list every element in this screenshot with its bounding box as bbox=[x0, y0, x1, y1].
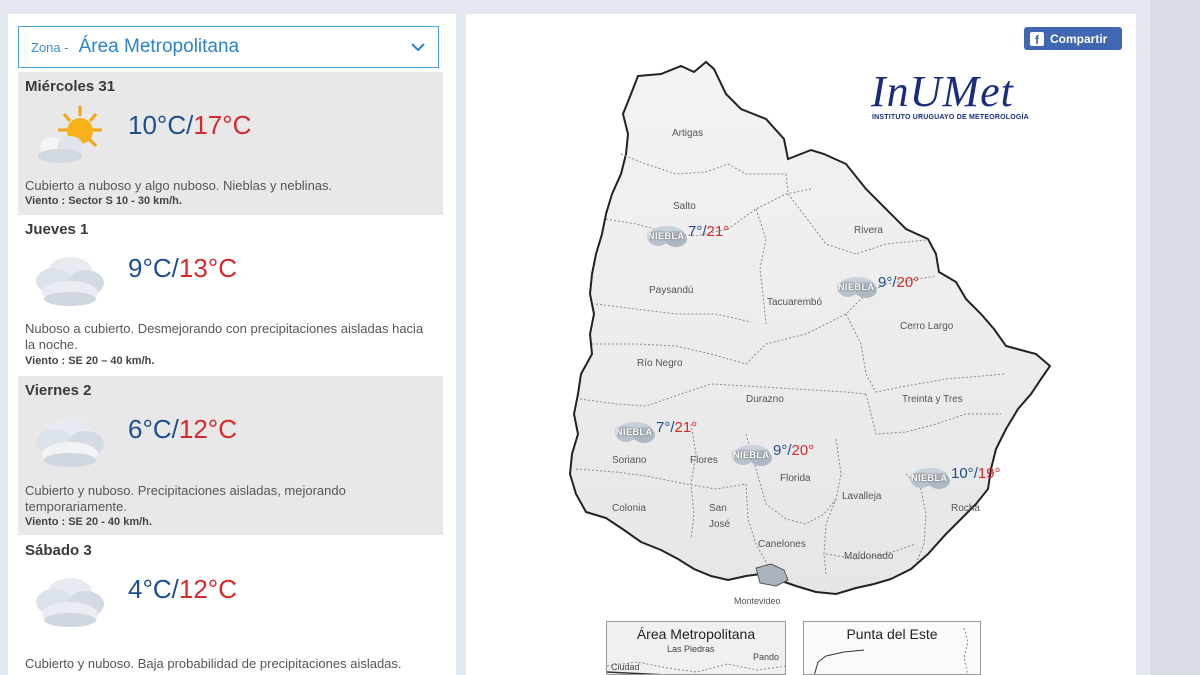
map-temps: 9°/20° bbox=[878, 274, 919, 291]
map-temps: 10°/19° bbox=[951, 465, 1001, 482]
thumbnail-area-metropolitana[interactable]: Área Metropolitana Las Piedras Pando Ciu… bbox=[606, 621, 786, 675]
temp-separator: / bbox=[171, 574, 179, 604]
fog-label: NIEBLA bbox=[911, 473, 948, 483]
day-forecast-sabado: Sábado 3 4°C/12°C Cubierto y nuboso. Baj… bbox=[18, 536, 443, 675]
dept-label-artigas: Artigas bbox=[672, 128, 704, 139]
map-temp-max: 21° bbox=[674, 419, 698, 436]
dept-label-treinta-y-tres: Treinta y Tres bbox=[902, 394, 963, 405]
map-forecast-soriano[interactable]: NIEBLA 7°/21° bbox=[612, 419, 712, 445]
day-description: Cubierto a nuboso y algo nuboso. Nieblas… bbox=[25, 178, 333, 193]
dept-label-durazno: Durazno bbox=[746, 394, 784, 405]
fog-label: NIEBLA bbox=[616, 427, 653, 437]
dept-label-rivera: Rivera bbox=[854, 225, 883, 236]
thumbnail-title: Área Metropolitana bbox=[636, 626, 756, 642]
dept-label-lavalleja: Lavalleja bbox=[842, 491, 882, 502]
dept-label-cerro-largo: Cerro Largo bbox=[900, 321, 954, 332]
map-temp-min: 9° bbox=[773, 442, 788, 459]
day-name: Sábado 3 bbox=[25, 542, 92, 559]
temp-separator: / bbox=[171, 253, 179, 283]
day-forecast-jueves: Jueves 1 9°C/13°C Nuboso a cubierto. Des… bbox=[18, 215, 443, 375]
dept-label-rocha: Rocha bbox=[951, 503, 980, 514]
map-forecast-rocha[interactable]: NIEBLA 10°/19° bbox=[907, 465, 1017, 491]
fog-label: NIEBLA bbox=[648, 231, 685, 241]
map-temp-min: 7° bbox=[688, 223, 703, 240]
map-temp-max: 21° bbox=[706, 223, 730, 240]
day-name: Jueves 1 bbox=[25, 221, 89, 238]
country-outline bbox=[568, 60, 1052, 596]
day-description: Cubierto y nuboso. Precipitaciones aisla… bbox=[25, 483, 346, 514]
map-forecast-salto[interactable]: NIEBLA 7°/21° bbox=[644, 223, 744, 249]
zone-selected-value: Área Metropolitana bbox=[78, 36, 240, 57]
thumbnail-place: Las Piedras bbox=[667, 644, 715, 654]
chevron-down-icon[interactable] bbox=[410, 40, 426, 54]
dept-label-montevideo: Montevideo bbox=[734, 596, 781, 606]
dept-label-tacuarembo: Tacuarembó bbox=[767, 297, 823, 308]
dept-label-flores: Flores bbox=[690, 455, 718, 466]
day-name: Miércoles 31 bbox=[25, 78, 116, 95]
page-right-gutter bbox=[1150, 0, 1200, 675]
dept-label-paysandu: Paysandú bbox=[649, 285, 694, 296]
day-wind: Viento : SE 20 – 40 km/h. bbox=[25, 355, 155, 367]
day-forecast-miercoles: Miércoles 31 10°C/17°C Cubierto a nuboso… bbox=[18, 72, 443, 215]
zone-dropdown[interactable]: Zona - Área Metropolitana bbox=[18, 26, 439, 68]
thumbnail-place: Pando bbox=[753, 652, 780, 662]
temperature-range: 9°C/13°C bbox=[128, 253, 237, 284]
map-temp-min: 9° bbox=[878, 274, 893, 291]
day-name: Viernes 2 bbox=[25, 382, 92, 399]
sun-cloud-icon bbox=[38, 106, 102, 163]
temp-max: 13°C bbox=[178, 253, 237, 283]
thumbnail-map-shape bbox=[814, 627, 969, 674]
temperature-range: 6°C/12°C bbox=[128, 414, 237, 445]
dept-label-soriano: Soriano bbox=[612, 455, 647, 466]
temp-min: 6°C bbox=[128, 414, 172, 444]
temp-max: 12°C bbox=[178, 414, 237, 444]
fog-label: NIEBLA bbox=[838, 282, 875, 292]
thumbnail-place: Ciudad bbox=[611, 662, 640, 672]
dept-label-san-jose-line1: San bbox=[709, 503, 727, 514]
forecast-panel: Zona - Área Metropolitana Miércoles 31 1… bbox=[8, 14, 456, 675]
day-forecast-viernes: Viernes 2 6°C/12°C Cubierto y nuboso. Pr… bbox=[18, 376, 443, 535]
dept-label-colonia: Colonia bbox=[612, 503, 646, 514]
map-temp-min: 10° bbox=[951, 465, 974, 482]
temp-max: 12°C bbox=[178, 574, 237, 604]
map-temps: 9°/20° bbox=[773, 442, 814, 459]
day-description: Nuboso a cubierto. Desmejorando con prec… bbox=[25, 321, 424, 352]
dept-label-canelones: Canelones bbox=[758, 539, 806, 550]
clouds-icon bbox=[36, 418, 104, 467]
map-temps: 7°/21° bbox=[656, 419, 697, 436]
day-description: Cubierto y nuboso. Baja probabilidad de … bbox=[25, 656, 402, 671]
dept-label-rio-negro: Río Negro bbox=[637, 358, 683, 369]
map-temp-max: 20° bbox=[791, 442, 815, 459]
temp-min: 10°C bbox=[128, 110, 187, 140]
temperature-range: 4°C/12°C bbox=[128, 574, 237, 605]
clouds-icon bbox=[36, 578, 104, 627]
map-temp-min: 7° bbox=[656, 419, 671, 436]
map-temps: 7°/21° bbox=[688, 223, 729, 240]
clouds-icon bbox=[36, 257, 104, 306]
dept-label-san-jose-line2: José bbox=[709, 519, 731, 530]
fog-label: NIEBLA bbox=[733, 450, 770, 460]
temp-max: 17°C bbox=[193, 110, 252, 140]
zone-label: Zona - bbox=[31, 39, 69, 55]
dept-label-salto: Salto bbox=[673, 201, 696, 212]
uruguay-map[interactable] bbox=[466, 14, 1136, 614]
temperature-range: 10°C/17°C bbox=[128, 110, 251, 141]
temp-min: 4°C bbox=[128, 574, 172, 604]
map-forecast-florida[interactable]: NIEBLA 9°/20° bbox=[729, 442, 829, 468]
map-temp-max: 20° bbox=[896, 274, 920, 291]
day-wind: Viento : SE 20 - 40 km/h. bbox=[25, 516, 152, 528]
map-forecast-tacuarembo[interactable]: NIEBLA 9°/20° bbox=[834, 274, 934, 300]
dept-label-maldonado: Maldonado bbox=[844, 551, 894, 562]
map-panel: f Compartir InUMet INSTITUTO URUGUAYO DE… bbox=[466, 14, 1136, 675]
map-temp-max: 19° bbox=[977, 465, 1001, 482]
day-wind: Viento : Sector S 10 - 30 km/h. bbox=[25, 195, 182, 207]
thumbnail-punta-del-este[interactable]: Punta del Este bbox=[803, 621, 981, 675]
dept-label-florida: Florida bbox=[780, 473, 811, 484]
temp-min: 9°C bbox=[128, 253, 172, 283]
temp-separator: / bbox=[171, 414, 179, 444]
